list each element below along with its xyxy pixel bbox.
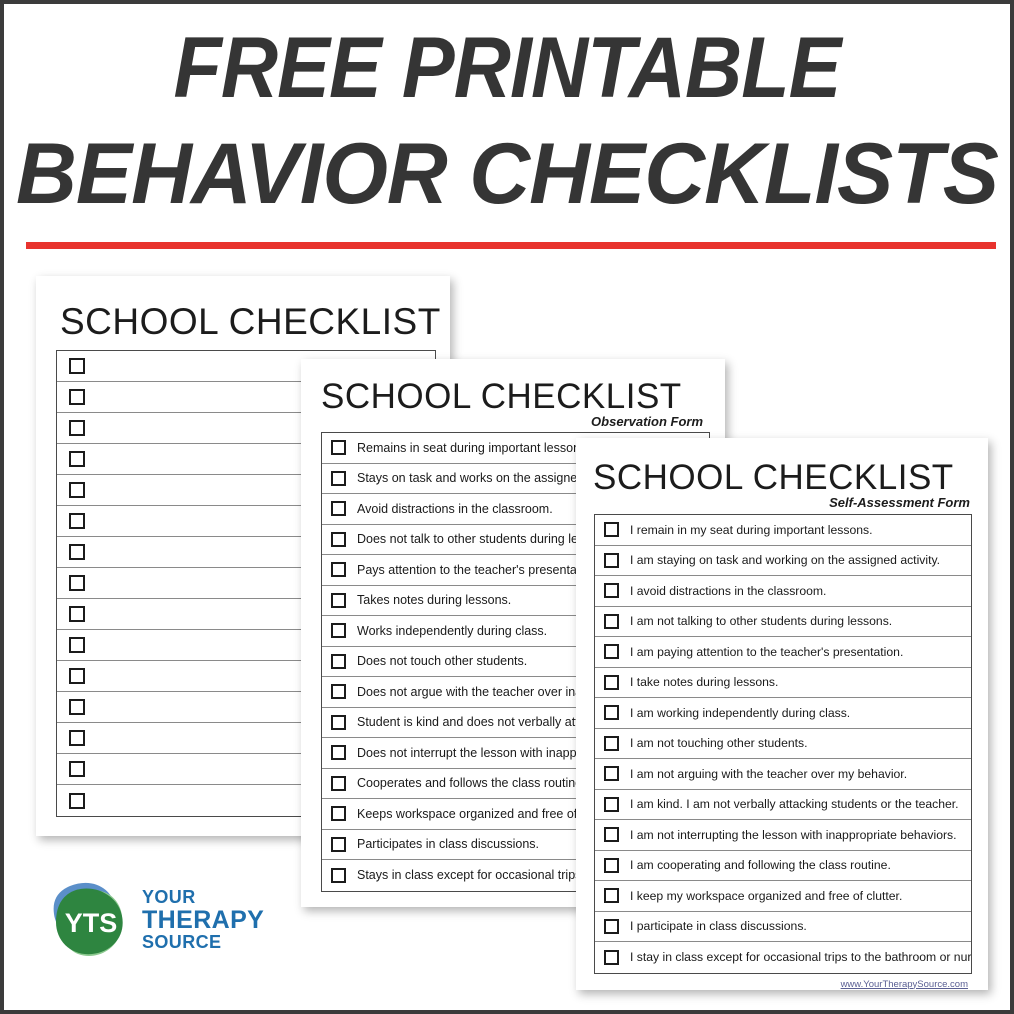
checklist-row-text: I am staying on task and working on the … xyxy=(630,553,941,568)
checkbox-icon[interactable] xyxy=(69,792,85,809)
checklist-row-text: I remain in my seat during important les… xyxy=(630,522,873,537)
checklist-row-text: I avoid distractions in the classroom. xyxy=(630,583,827,598)
logo-wordmark: YOUR THERAPY SOURCE xyxy=(142,888,264,952)
checkbox-icon[interactable] xyxy=(604,857,619,873)
checklist-row[interactable]: I am not talking to other students durin… xyxy=(595,606,971,637)
checkbox-icon[interactable] xyxy=(604,766,619,782)
checklist-row-text: I am not touching other students. xyxy=(630,736,808,751)
checkbox-icon[interactable] xyxy=(604,949,619,965)
checklist-rows: I remain in my seat during important les… xyxy=(594,514,972,974)
checkbox-icon[interactable] xyxy=(604,827,619,843)
checklist-row-text: I am cooperating and following the class… xyxy=(630,858,891,873)
checklist-row[interactable]: I avoid distractions in the classroom. xyxy=(595,576,971,607)
your-therapy-source-logo: YTS YOUR THERAPY SOURCE xyxy=(46,876,296,968)
logo-line-1: YOUR xyxy=(142,887,196,907)
checkbox-icon[interactable] xyxy=(331,775,346,791)
logo-line-3: SOURCE xyxy=(142,932,222,953)
checklist-row-text: I take notes during lessons. xyxy=(630,675,779,690)
card-title: SCHOOL CHECKLIST xyxy=(593,458,954,497)
checklist-row-text: I am paying attention to the teacher's p… xyxy=(630,644,904,659)
checklist-row-text: I am working independently during class. xyxy=(630,705,851,720)
checkbox-icon[interactable] xyxy=(69,730,85,746)
svg-text:YTS: YTS xyxy=(65,908,118,938)
checkbox-icon[interactable] xyxy=(604,705,619,721)
checkbox-icon[interactable] xyxy=(604,552,619,568)
checklist-row[interactable]: I stay in class except for occasional tr… xyxy=(595,942,971,973)
checkbox-icon[interactable] xyxy=(69,761,85,777)
logo-line-2: THERAPY xyxy=(142,905,265,934)
checkbox-icon[interactable] xyxy=(331,501,346,517)
checklist-row-text: I am not talking to other students durin… xyxy=(630,614,893,629)
checkbox-icon[interactable] xyxy=(69,668,85,684)
poster-headline: FREE PRINTABLE BEHAVIOR CHECKLISTS xyxy=(4,20,1010,223)
checklist-card-self-assessment: SCHOOL CHECKLIST Self-Assessment Form I … xyxy=(576,438,988,990)
card-title: SCHOOL CHECKLIST xyxy=(60,301,441,342)
checkbox-icon[interactable] xyxy=(331,440,346,456)
checkbox-icon[interactable] xyxy=(604,796,619,812)
checkbox-icon[interactable] xyxy=(69,544,85,560)
checkbox-icon[interactable] xyxy=(331,470,346,486)
checkbox-icon[interactable] xyxy=(331,684,346,700)
checklist-row[interactable]: I keep my workspace organized and free o… xyxy=(595,881,971,912)
checkbox-icon[interactable] xyxy=(331,562,346,578)
headline-line-1: FREE PRINTABLE xyxy=(173,20,842,116)
checkbox-icon[interactable] xyxy=(69,575,85,591)
checkbox-icon[interactable] xyxy=(331,653,346,669)
checklist-row[interactable]: I am paying attention to the teacher's p… xyxy=(595,637,971,668)
checklist-row[interactable]: I am kind. I am not verbally attacking s… xyxy=(595,789,971,820)
card-title: SCHOOL CHECKLIST xyxy=(321,377,682,416)
checklist-row[interactable]: I am cooperating and following the class… xyxy=(595,850,971,881)
checkbox-icon[interactable] xyxy=(331,867,346,883)
card-subtitle: Self-Assessment Form xyxy=(829,495,970,510)
checkbox-icon[interactable] xyxy=(604,522,619,538)
checkbox-icon[interactable] xyxy=(69,358,85,374)
checkbox-icon[interactable] xyxy=(604,918,619,934)
checkbox-icon[interactable] xyxy=(331,531,346,547)
checkbox-icon[interactable] xyxy=(331,623,346,639)
card-subtitle: Observation Form xyxy=(591,414,703,429)
checkbox-icon[interactable] xyxy=(69,699,85,715)
checkbox-icon[interactable] xyxy=(604,583,619,599)
checklist-row-text: I am not interrupting the lesson with in… xyxy=(630,827,957,842)
card-footer-url[interactable]: www.YourTherapySource.com xyxy=(576,979,968,990)
checklist-row[interactable]: I am staying on task and working on the … xyxy=(595,545,971,576)
checklist-row[interactable]: I am not interrupting the lesson with in… xyxy=(595,820,971,851)
poster-canvas: FREE PRINTABLE BEHAVIOR CHECKLISTS SCHOO… xyxy=(0,0,1014,1014)
red-divider-rule xyxy=(26,242,996,249)
checkbox-icon[interactable] xyxy=(331,745,346,761)
checkbox-icon[interactable] xyxy=(604,644,619,660)
checklist-row-text: I am not arguing with the teacher over m… xyxy=(630,766,908,781)
headline-line-2: BEHAVIOR CHECKLISTS xyxy=(16,126,999,223)
checklist-row[interactable]: I participate in class discussions. xyxy=(595,911,971,942)
checkbox-icon[interactable] xyxy=(69,420,85,436)
checkbox-icon[interactable] xyxy=(69,482,85,498)
checkbox-icon[interactable] xyxy=(331,836,346,852)
checklist-row[interactable]: I am not touching other students. xyxy=(595,728,971,759)
checkbox-icon[interactable] xyxy=(331,592,346,608)
checkbox-icon[interactable] xyxy=(69,513,85,529)
checklist-row[interactable]: I am not arguing with the teacher over m… xyxy=(595,759,971,790)
checkbox-icon[interactable] xyxy=(69,637,85,653)
checkbox-icon[interactable] xyxy=(604,674,619,690)
checkbox-icon[interactable] xyxy=(69,389,85,405)
checkbox-icon[interactable] xyxy=(331,714,346,730)
checklist-row-text: I keep my workspace organized and free o… xyxy=(630,888,903,903)
checklist-row-text: I participate in class discussions. xyxy=(630,919,807,934)
checkbox-icon[interactable] xyxy=(604,613,619,629)
checkbox-icon[interactable] xyxy=(69,451,85,467)
checklist-row[interactable]: I remain in my seat during important les… xyxy=(595,515,971,546)
checklist-row-text: I am kind. I am not verbally attacking s… xyxy=(630,797,959,812)
checkbox-icon[interactable] xyxy=(604,735,619,751)
checklist-row[interactable]: I am working independently during class. xyxy=(595,698,971,729)
checkbox-icon[interactable] xyxy=(69,606,85,622)
checkbox-icon[interactable] xyxy=(604,888,619,904)
checkbox-icon[interactable] xyxy=(331,806,346,822)
yts-mark-icon: YTS xyxy=(53,882,123,956)
checklist-row-text: I stay in class except for occasional tr… xyxy=(630,950,971,965)
checklist-row[interactable]: I take notes during lessons. xyxy=(595,667,971,698)
